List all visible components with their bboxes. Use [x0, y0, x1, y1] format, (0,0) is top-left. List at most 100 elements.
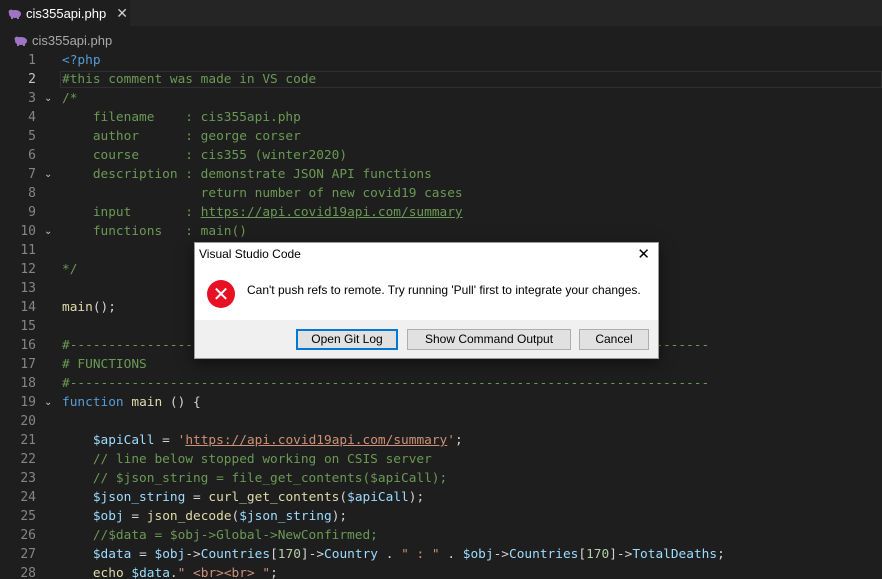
code-line[interactable]: 26 //$data = $obj->Global->NewConfirmed; — [0, 526, 882, 545]
line-number[interactable]: 11 — [0, 241, 36, 260]
code-text[interactable]: function main () { — [62, 393, 201, 412]
tab-close-icon[interactable]: ✕ — [116, 5, 128, 22]
line-number[interactable]: 7 — [0, 165, 36, 184]
code-token: main — [62, 300, 93, 315]
code-token: -> — [185, 547, 201, 562]
tab-cis355api-php[interactable]: cis355api.php ✕ — [0, 0, 130, 26]
code-token: ; — [717, 547, 725, 562]
line-number[interactable]: 3 — [0, 89, 36, 108]
code-token: ); — [408, 490, 425, 505]
code-token: -> — [493, 547, 510, 562]
line-number[interactable]: 1 — [0, 51, 36, 70]
code-token: course : cis355 (winter2020) — [62, 148, 348, 163]
tab-label: cis355api.php — [26, 5, 107, 21]
code-text[interactable]: //$data = $obj->Global->NewConfirmed; — [62, 526, 378, 545]
code-text[interactable]: $apiCall = 'https://api.covid19api.com/s… — [62, 431, 463, 450]
show-command-output-button[interactable]: Show Command Output — [407, 329, 571, 350]
fold-chevron-icon[interactable]: ⌄ — [44, 393, 52, 412]
code-text[interactable]: $json_string = curl_get_contents($apiCal… — [62, 488, 424, 507]
code-text[interactable]: author : george corser — [62, 127, 301, 146]
tab-bar: cis355api.php ✕ — [0, 0, 882, 26]
code-text[interactable]: # FUNCTIONS — [62, 355, 147, 374]
line-number[interactable]: 19 — [0, 393, 36, 412]
code-text[interactable]: input : https://api.covid19api.com/summa… — [62, 203, 463, 222]
code-line[interactable]: 8 return number of new covid19 cases — [0, 184, 882, 203]
line-number[interactable]: 20 — [0, 412, 36, 431]
code-token: ( — [339, 490, 348, 505]
code-line[interactable]: 28 echo $data." <br><br> "; — [0, 564, 882, 579]
code-line[interactable]: 6 course : cis355 (winter2020) — [0, 146, 882, 165]
code-line[interactable]: 9 input : https://api.covid19api.com/sum… — [0, 203, 882, 222]
fold-chevron-icon[interactable]: ⌄ — [44, 165, 52, 184]
line-number[interactable]: 23 — [0, 469, 36, 488]
code-text[interactable]: #this comment was made in VS code — [62, 70, 316, 89]
code-line[interactable]: 18 #-------------------------------------… — [0, 374, 882, 393]
code-line[interactable]: 10 ⌄ functions : main() — [0, 222, 882, 241]
code-line[interactable]: 5 author : george corser — [0, 127, 882, 146]
code-line[interactable]: 27 $data = $obj->Countries[170]->Country… — [0, 545, 882, 564]
code-line[interactable]: 1 <?php — [0, 51, 882, 70]
line-number[interactable]: 9 — [0, 203, 36, 222]
line-number[interactable]: 16 — [0, 336, 36, 355]
code-text[interactable]: filename : cis355api.php — [62, 108, 301, 127]
line-number[interactable]: 10 — [0, 222, 36, 241]
code-token: = — [185, 490, 209, 505]
code-token: = — [123, 509, 147, 524]
code-text[interactable]: */ — [62, 260, 77, 279]
fold-chevron-icon[interactable]: ⌄ — [44, 89, 52, 108]
code-token: // line below stopped working on CSIS se… — [62, 452, 432, 467]
open-git-log-button[interactable]: Open Git Log — [296, 329, 398, 350]
code-line[interactable]: 23 // $json_string = file_get_contents($… — [0, 469, 882, 488]
line-number[interactable]: 18 — [0, 374, 36, 393]
breadcrumb[interactable]: cis355api.php — [0, 30, 112, 50]
line-number[interactable]: 24 — [0, 488, 36, 507]
line-number[interactable]: 5 — [0, 127, 36, 146]
code-text[interactable]: /* — [62, 89, 77, 108]
code-text[interactable]: #---------------------------------------… — [62, 374, 709, 393]
line-number[interactable]: 27 — [0, 545, 36, 564]
code-text[interactable]: <?php — [62, 51, 101, 70]
code-line[interactable]: 2 #this comment was made in VS code — [0, 70, 882, 89]
line-number[interactable]: 17 — [0, 355, 36, 374]
line-number[interactable]: 14 — [0, 298, 36, 317]
code-text[interactable]: description : demonstrate JSON API funct… — [62, 165, 432, 184]
code-line[interactable]: 20 — [0, 412, 882, 431]
code-token: Countries — [200, 547, 271, 562]
line-number[interactable]: 25 — [0, 507, 36, 526]
code-line[interactable]: 22 // line below stopped working on CSIS… — [0, 450, 882, 469]
error-icon: ✕ — [207, 280, 235, 308]
line-number[interactable]: 22 — [0, 450, 36, 469]
code-line[interactable]: 19 ⌄ function main () { — [0, 393, 882, 412]
fold-chevron-icon[interactable]: ⌄ — [44, 222, 52, 241]
line-number[interactable]: 13 — [0, 279, 36, 298]
code-line[interactable]: 25 $obj = json_decode($json_string); — [0, 507, 882, 526]
line-number[interactable]: 2 — [0, 70, 36, 89]
code-line[interactable]: 7 ⌄ description : demonstrate JSON API fu… — [0, 165, 882, 184]
code-text[interactable]: return number of new covid19 cases — [62, 184, 463, 203]
code-text[interactable]: echo $data." <br><br> "; — [62, 564, 278, 579]
code-text[interactable]: main(); — [62, 298, 116, 317]
line-number[interactable]: 6 — [0, 146, 36, 165]
line-number[interactable]: 8 — [0, 184, 36, 203]
code-text[interactable]: functions : main() — [62, 222, 247, 241]
code-line[interactable]: 3 ⌄ /* — [0, 89, 882, 108]
cancel-button[interactable]: Cancel — [579, 329, 649, 350]
line-number[interactable]: 4 — [0, 108, 36, 127]
line-number[interactable]: 12 — [0, 260, 36, 279]
line-number[interactable]: 21 — [0, 431, 36, 450]
line-number[interactable]: 26 — [0, 526, 36, 545]
code-text[interactable]: // line below stopped working on CSIS se… — [62, 450, 432, 469]
line-number[interactable]: 28 — [0, 564, 36, 579]
code-text[interactable]: course : cis355 (winter2020) — [62, 146, 347, 165]
code-token: $json_string — [239, 509, 332, 524]
code-text[interactable]: $data = $obj->Countries[170]->Country . … — [62, 545, 725, 564]
code-line[interactable]: 24 $json_string = curl_get_contents($api… — [0, 488, 882, 507]
code-line[interactable]: 4 filename : cis355api.php — [0, 108, 882, 127]
code-token: function — [62, 395, 124, 410]
code-line[interactable]: 21 $apiCall = 'https://api.covid19api.co… — [0, 431, 882, 450]
line-number[interactable]: 15 — [0, 317, 36, 336]
code-text[interactable]: $obj = json_decode($json_string); — [62, 507, 347, 526]
code-text[interactable]: // $json_string = file_get_contents($api… — [62, 469, 447, 488]
dialog-close-icon[interactable]: ✕ — [637, 245, 650, 263]
